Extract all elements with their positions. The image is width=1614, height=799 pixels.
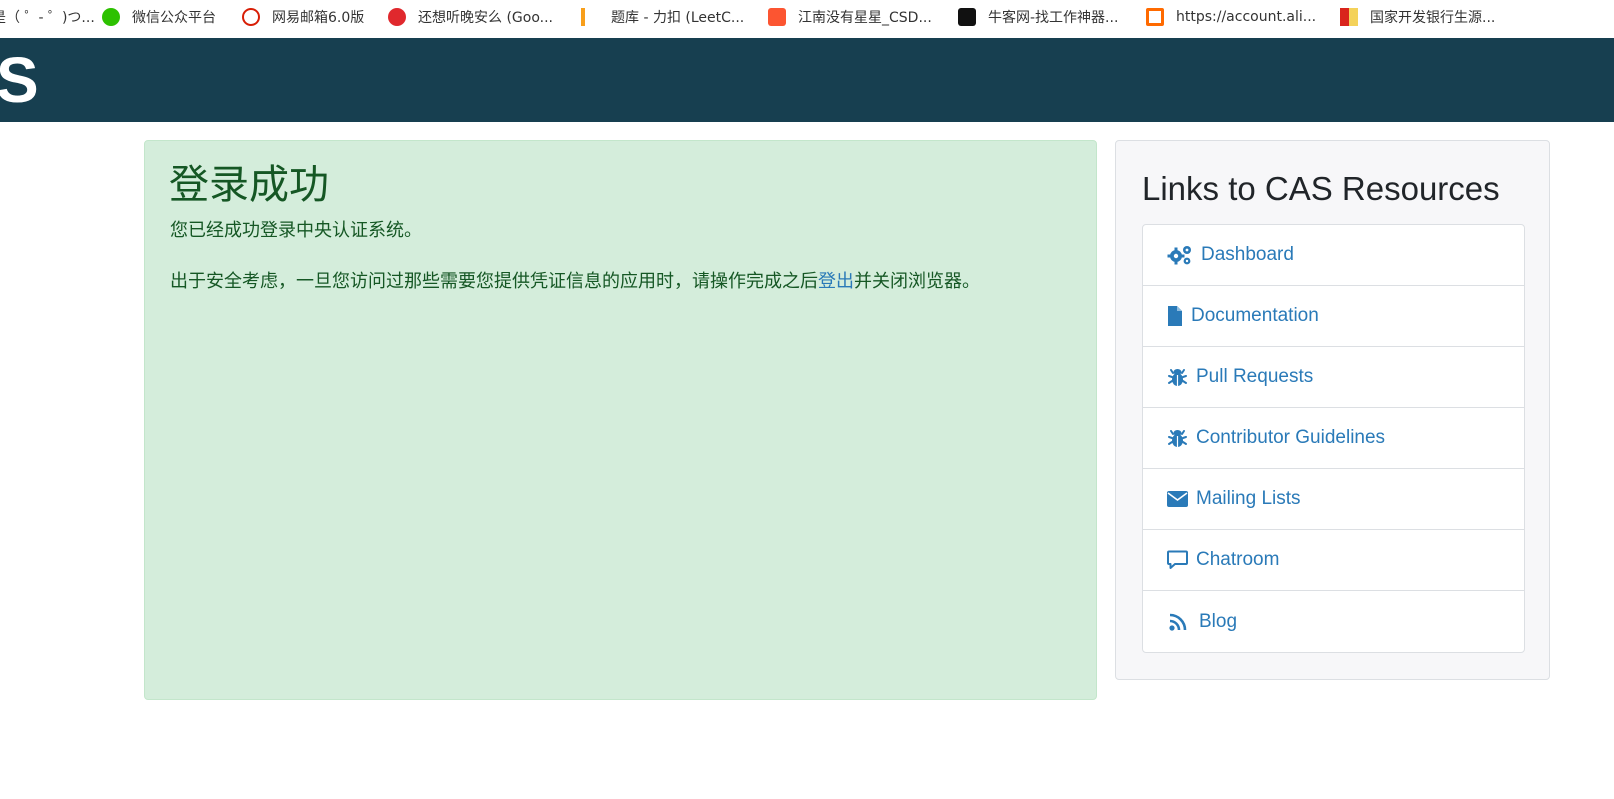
resource-link-pull-requests[interactable]: Pull Requests	[1143, 347, 1524, 408]
resources-title: Links to CAS Resources	[1142, 170, 1500, 207]
login-success-panel: 登录成功 您已经成功登录中央认证系统。 出于安全考虑，一旦您访问过那些需要您提供…	[144, 140, 1097, 700]
wechat-icon	[102, 7, 120, 26]
resource-label: Chatroom	[1196, 549, 1280, 570]
bookmark-label: https://account.ali...	[1176, 8, 1317, 25]
resource-link-blog[interactable]: Blog	[1143, 591, 1524, 652]
resource-label: Documentation	[1191, 305, 1319, 326]
resource-label: Pull Requests	[1196, 366, 1314, 387]
success-title: 登录成功	[169, 162, 329, 208]
bookmark-label: 微信公众平台	[132, 9, 216, 26]
cdb-icon	[1340, 7, 1358, 26]
envelope-icon	[1167, 488, 1188, 510]
bookmark-item[interactable]: 国家开发银行生源...	[1340, 0, 1495, 33]
bookmark-item[interactable]: https://account.ali...	[1146, 0, 1316, 33]
bookmark-label: 题库 - 力扣 (LeetC...	[611, 9, 745, 26]
resource-label: Blog	[1199, 610, 1238, 632]
bookmark-label: 国家开发银行生源...	[1370, 9, 1496, 26]
bookmark-item[interactable]: 还想听晚安么 (Goo...	[388, 0, 553, 33]
resource-link-dashboard[interactable]: Dashboard	[1143, 225, 1524, 286]
bookmark-label: 是（ ゜- ゜)つ...	[0, 9, 95, 26]
resource-label: Contributor Guidelines	[1196, 427, 1386, 448]
logout-link[interactable]: 登出	[818, 271, 854, 292]
resource-link-documentation[interactable]: Documentation	[1143, 286, 1524, 347]
warning-text-before: 出于安全考虑，一旦您访问过那些需要您提供凭证信息的应用时，请操作完成之后	[170, 271, 818, 292]
resource-link-chatroom[interactable]: Chatroom	[1143, 530, 1524, 591]
ig-icon	[388, 7, 406, 26]
nowcoder-icon	[958, 7, 976, 26]
resource-link-contributor-guidelines[interactable]: Contributor Guidelines	[1143, 408, 1524, 469]
cas-logo[interactable]: S	[0, 42, 39, 118]
bookmark-item[interactable]: 网易邮箱6.0版	[242, 0, 364, 33]
security-warning: 出于安全考虑，一旦您访问过那些需要您提供凭证信息的应用时，请操作完成之后登出并关…	[170, 269, 980, 295]
bookmark-item[interactable]: 是（ ゜- ゜)つ...	[0, 0, 95, 33]
gears-icon	[1167, 244, 1193, 266]
bookmark-item[interactable]: 牛客网-找工作神器...	[958, 0, 1118, 33]
resources-list: Dashboard Documentation Pull Requests Co…	[1142, 224, 1525, 653]
bookmark-label: 牛客网-找工作神器...	[988, 9, 1119, 26]
comment-icon	[1167, 549, 1188, 571]
resource-link-mailing-lists[interactable]: Mailing Lists	[1143, 469, 1524, 530]
file-icon	[1167, 305, 1183, 327]
rss-icon	[1167, 611, 1191, 633]
warning-text-after: 并关闭浏览器。	[854, 271, 980, 292]
resource-label: Dashboard	[1201, 244, 1294, 265]
site-header: S	[0, 38, 1614, 122]
aliyun-icon	[1146, 7, 1164, 26]
netease-mail-icon	[242, 7, 260, 26]
leetcode-icon	[581, 7, 599, 26]
bookmark-label: 网易邮箱6.0版	[272, 9, 365, 26]
bookmark-label: 还想听晚安么 (Goo...	[418, 9, 553, 26]
resource-label: Mailing Lists	[1196, 488, 1301, 509]
bookmark-label: 江南没有星星_CSD...	[798, 9, 932, 26]
bookmark-item[interactable]: 题库 - 力扣 (LeetC...	[581, 0, 744, 33]
bookmark-item[interactable]: 江南没有星星_CSD...	[768, 0, 932, 33]
bookmarks-bar: 是（ ゜- ゜)つ... 微信公众平台 网易邮箱6.0版 还想听晚安么 (Goo…	[0, 0, 1614, 37]
bookmark-item[interactable]: 微信公众平台	[102, 0, 216, 33]
csdn-icon	[768, 7, 786, 26]
resources-card: Links to CAS Resources Dashboard Documen…	[1115, 140, 1550, 680]
bug-icon	[1167, 366, 1188, 388]
bug-icon	[1167, 427, 1188, 449]
success-message: 您已经成功登录中央认证系统。	[170, 220, 422, 241]
